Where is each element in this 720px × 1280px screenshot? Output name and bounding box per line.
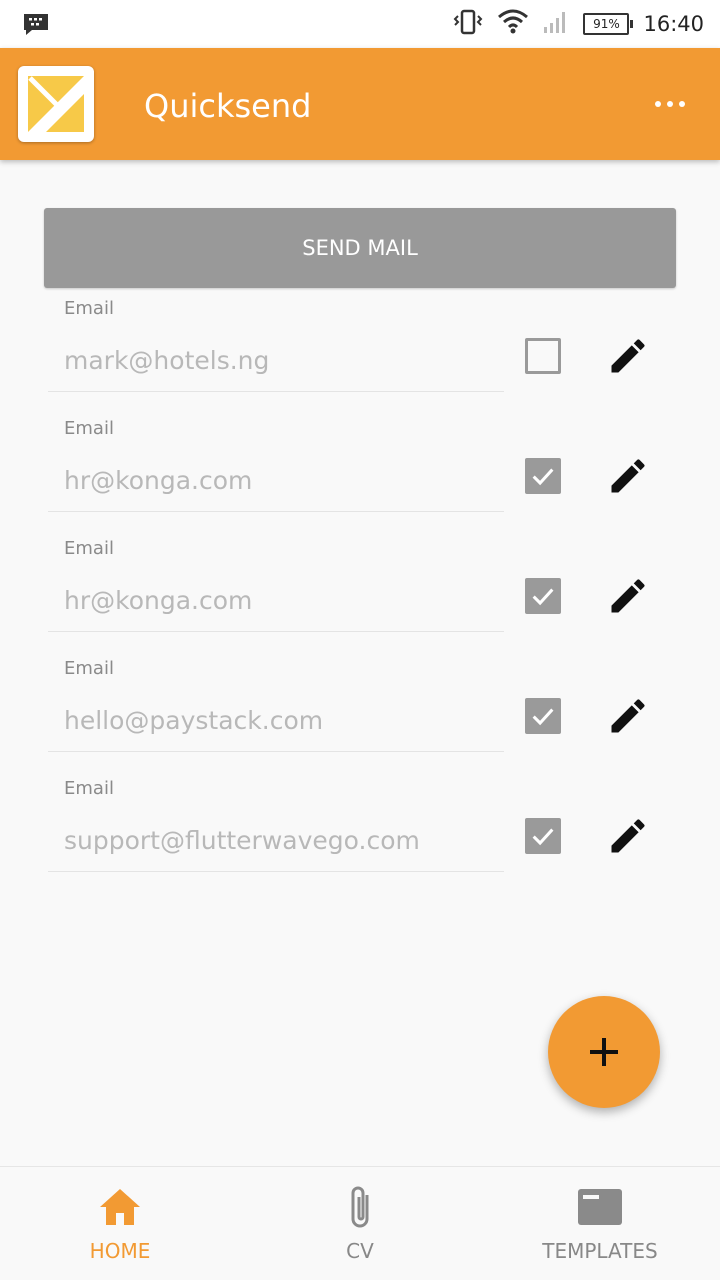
email-select-checkbox[interactable]	[525, 458, 561, 494]
pencil-icon[interactable]	[606, 574, 650, 618]
wifi-icon	[497, 9, 529, 39]
nav-item-cv[interactable]: CV	[240, 1167, 480, 1280]
pencil-icon[interactable]	[606, 694, 650, 738]
app-title: Quicksend	[144, 87, 312, 125]
app-bar: Quicksend	[0, 48, 720, 160]
status-bar: 91% 16:40	[0, 0, 720, 48]
nav-label: TEMPLATES	[542, 1239, 658, 1263]
email-row: Email mark@hotels.ng	[44, 290, 676, 410]
email-label: Email	[64, 418, 114, 439]
email-select-checkbox[interactable]	[525, 818, 561, 854]
email-input[interactable]: support@flutterwavego.com	[64, 826, 420, 855]
send-mail-button[interactable]: SEND MAIL	[44, 208, 676, 288]
bbm-notification-icon	[22, 12, 50, 40]
email-select-checkbox[interactable]	[525, 338, 561, 374]
add-email-button[interactable]	[548, 996, 660, 1108]
screen: 91% 16:40 Quicksend SEND MAIL Email mark…	[0, 0, 720, 1280]
pencil-icon[interactable]	[606, 814, 650, 858]
status-time: 16:40	[643, 12, 704, 36]
email-underline	[48, 871, 504, 872]
email-input[interactable]: hello@paystack.com	[64, 706, 323, 735]
email-input[interactable]: hr@konga.com	[64, 466, 252, 495]
email-row: Email support@flutterwavego.com	[44, 770, 676, 890]
email-underline	[48, 391, 504, 392]
email-label: Email	[64, 298, 114, 319]
email-label: Email	[64, 778, 114, 799]
pencil-icon[interactable]	[606, 334, 650, 378]
email-row: Email hr@konga.com	[44, 410, 676, 530]
check-icon	[532, 828, 554, 846]
check-icon	[532, 708, 554, 726]
battery-indicator: 91%	[583, 13, 634, 35]
nav-item-templates[interactable]: TEMPLATES	[480, 1167, 720, 1280]
email-row: Email hr@konga.com	[44, 530, 676, 650]
email-underline	[48, 751, 504, 752]
quicksend-logo-icon	[18, 66, 94, 142]
email-underline	[48, 631, 504, 632]
status-icons: 91% 16:40	[453, 0, 704, 48]
email-select-checkbox[interactable]	[525, 578, 561, 614]
signal-icon	[543, 10, 569, 38]
email-label: Email	[64, 658, 114, 679]
home-icon	[0, 1183, 240, 1231]
nav-label: HOME	[89, 1239, 151, 1263]
email-input[interactable]: hr@konga.com	[64, 586, 252, 615]
plus-icon	[590, 1038, 618, 1066]
email-underline	[48, 511, 504, 512]
email-select-checkbox[interactable]	[525, 698, 561, 734]
bottom-nav: HOME CV TEMPLATES	[0, 1166, 720, 1280]
email-input[interactable]: mark@hotels.ng	[64, 346, 269, 375]
email-label: Email	[64, 538, 114, 559]
check-icon	[532, 588, 554, 606]
template-icon	[480, 1183, 720, 1231]
email-row: Email hello@paystack.com	[44, 650, 676, 770]
nav-item-home[interactable]: HOME	[0, 1167, 240, 1280]
paperclip-icon	[240, 1183, 480, 1231]
vibrate-icon	[453, 9, 483, 39]
pencil-icon[interactable]	[606, 454, 650, 498]
check-icon	[532, 468, 554, 486]
more-horizontal-icon[interactable]	[650, 86, 690, 122]
nav-label: CV	[346, 1239, 374, 1263]
